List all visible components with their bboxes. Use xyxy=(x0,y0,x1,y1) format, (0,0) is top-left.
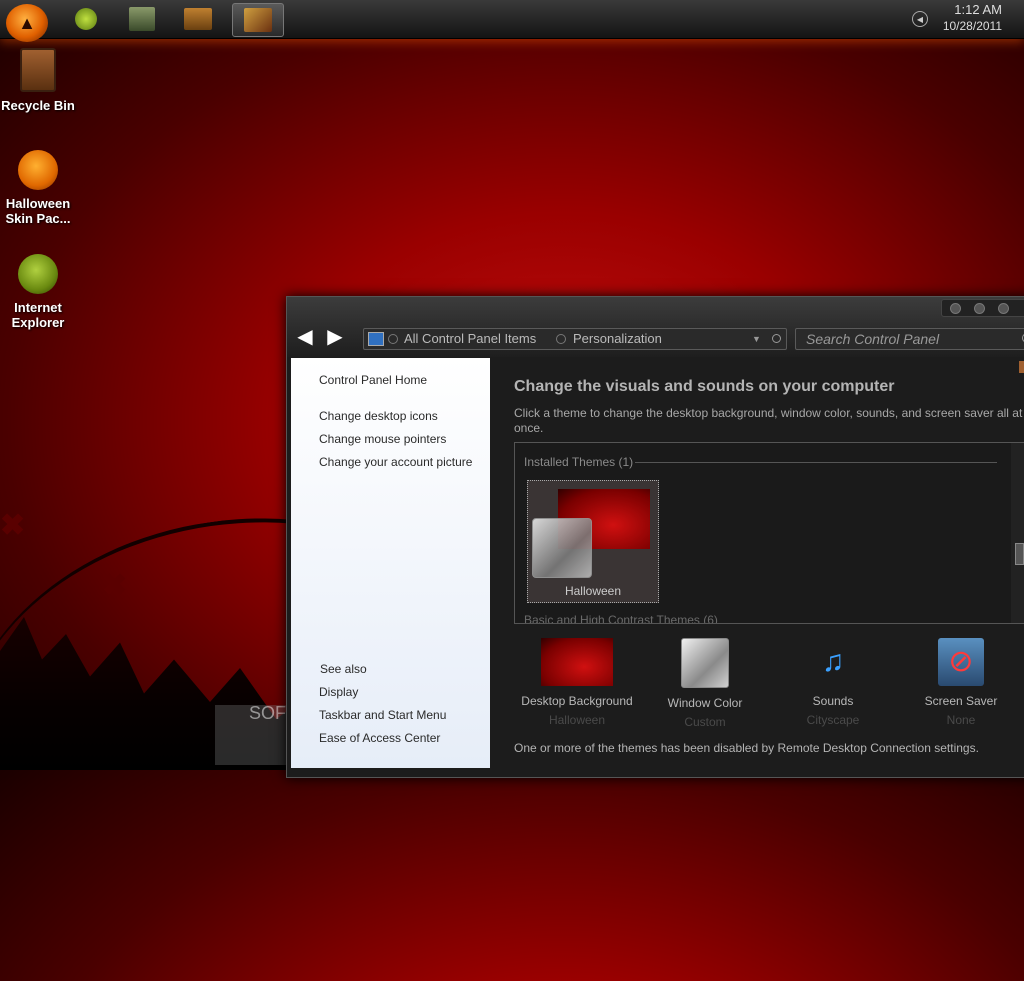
breadcrumb-arrow-icon[interactable] xyxy=(556,334,566,344)
search-input[interactable] xyxy=(804,330,1008,348)
option-label: Desktop Background xyxy=(521,694,633,708)
maximize-button[interactable] xyxy=(974,303,985,314)
desktop-icon-label: Halloween Skin Pac... xyxy=(5,196,71,226)
scrollbar-thumb[interactable] xyxy=(1015,543,1024,565)
breadcrumb-personalization[interactable]: Personalization xyxy=(573,329,662,349)
window-header: ◀ ▶ All Control Panel Items Personalizat… xyxy=(287,297,1024,357)
taskbar-control-panel-button[interactable] xyxy=(232,3,284,37)
sidebar-see-also-heading: See also xyxy=(320,662,367,676)
option-window-color[interactable]: Window Color Custom xyxy=(640,638,770,729)
main-content: Change the visuals and sounds on your co… xyxy=(491,358,1024,768)
sidebar: Control Panel Home Change desktop icons … xyxy=(291,358,490,768)
refresh-icon[interactable] xyxy=(772,334,781,343)
window-color-icon xyxy=(681,638,729,688)
ie-icon xyxy=(75,8,97,30)
tray-arrow-icon[interactable]: ◀ xyxy=(912,11,928,27)
rdp-notice: One or more of the themes has been disab… xyxy=(514,741,979,755)
breadcrumb-all-items[interactable]: All Control Panel Items xyxy=(404,329,536,349)
clock-time: 1:12 AM xyxy=(954,2,1002,17)
address-bar[interactable]: All Control Panel Items Personalization … xyxy=(363,328,787,350)
group-divider xyxy=(635,462,997,463)
option-value: Halloween xyxy=(548,713,606,727)
desktop-icon-label: Internet Explorer xyxy=(11,300,65,330)
basic-themes-heading: Basic and High Contrast Themes (6) xyxy=(524,613,718,624)
sidebar-display[interactable]: Display xyxy=(319,685,358,699)
start-button[interactable]: ▲ xyxy=(6,4,48,42)
sidebar-control-panel-home[interactable]: Control Panel Home xyxy=(319,373,427,387)
option-label: Screen Saver xyxy=(924,694,998,708)
chevron-down-icon[interactable]: ▼ xyxy=(752,329,761,349)
option-value: Custom xyxy=(684,715,726,729)
folder-icon xyxy=(184,8,212,30)
close-button[interactable] xyxy=(998,303,1009,314)
control-panel-icon xyxy=(368,332,384,346)
theme-tile-halloween[interactable]: Halloween xyxy=(527,480,659,603)
option-screen-saver[interactable]: ⊘ Screen Saver None xyxy=(896,638,1024,727)
clock-date: 10/28/2011 xyxy=(942,19,1002,33)
caption-buttons xyxy=(941,299,1024,317)
option-sounds[interactable]: ♫ Sounds Cityscape xyxy=(768,638,898,727)
clock[interactable]: 1:12 AM 10/28/2011 xyxy=(943,2,1002,34)
desktop-background-icon xyxy=(541,638,613,686)
sidebar-change-account-picture[interactable]: Change your account picture xyxy=(319,455,472,469)
sidebar-ease-of-access[interactable]: Ease of Access Center xyxy=(319,731,440,745)
page-description: Click a theme to change the desktop back… xyxy=(514,406,1023,435)
wallpaper-x-icon: ✖ xyxy=(0,509,26,542)
theme-color-swatch xyxy=(532,518,592,578)
minimize-button[interactable] xyxy=(950,303,961,314)
taskbar-ie-button[interactable] xyxy=(64,3,108,35)
option-value: None xyxy=(946,713,976,727)
back-button[interactable]: ◀ xyxy=(295,327,315,347)
sidebar-change-desktop-icons[interactable]: Change desktop icons xyxy=(319,409,438,423)
taskbar: ▲ ◀ 1:12 AM 10/28/2011 xyxy=(0,0,1024,42)
taskbar-explorer-button[interactable] xyxy=(120,3,164,35)
installed-themes-heading: Installed Themes (1) xyxy=(524,455,634,469)
option-value: Cityscape xyxy=(806,713,860,727)
music-notes-icon: ♫ xyxy=(821,645,845,678)
sidebar-change-mouse-pointers[interactable]: Change mouse pointers xyxy=(319,432,446,446)
pumpkin-icon xyxy=(18,150,58,190)
ie-icon xyxy=(18,254,58,294)
themes-scrollbar[interactable] xyxy=(1011,443,1024,623)
search-box[interactable] xyxy=(795,328,1024,350)
watermark: SOFTPEDIA xyxy=(215,703,351,765)
desktop-icon-recycle-bin[interactable]: Recycle Bin xyxy=(0,48,76,113)
taskbar-folder-button[interactable] xyxy=(176,3,220,35)
themes-list[interactable]: Installed Themes (1) Halloween Basic and… xyxy=(514,442,1024,624)
screen-saver-icon: ⊘ xyxy=(938,638,984,686)
forward-button[interactable]: ▶ xyxy=(325,327,345,347)
breadcrumb-arrow-icon[interactable] xyxy=(388,334,398,344)
desktop-icon-halloween-skin-pack[interactable]: Halloween Skin Pac... xyxy=(0,150,76,226)
sidebar-taskbar-start-menu[interactable]: Taskbar and Start Menu xyxy=(319,708,446,722)
wallpaper-x-icon: ✖ xyxy=(102,569,128,602)
recycle-bin-icon xyxy=(20,48,56,92)
control-panel-icon xyxy=(244,8,272,32)
explorer-icon xyxy=(129,7,155,31)
option-desktop-background[interactable]: Desktop Background Halloween xyxy=(512,638,642,727)
theme-name: Halloween xyxy=(564,584,622,598)
window-corner-icon xyxy=(1019,361,1024,373)
option-label: Window Color xyxy=(667,696,743,710)
desktop-icon-internet-explorer[interactable]: Internet Explorer xyxy=(0,254,76,330)
desktop-icon-label: Recycle Bin xyxy=(1,98,75,113)
option-label: Sounds xyxy=(812,694,854,708)
personalization-window: ◀ ▶ All Control Panel Items Personalizat… xyxy=(286,296,1024,778)
page-title: Change the visuals and sounds on your co… xyxy=(514,378,895,395)
